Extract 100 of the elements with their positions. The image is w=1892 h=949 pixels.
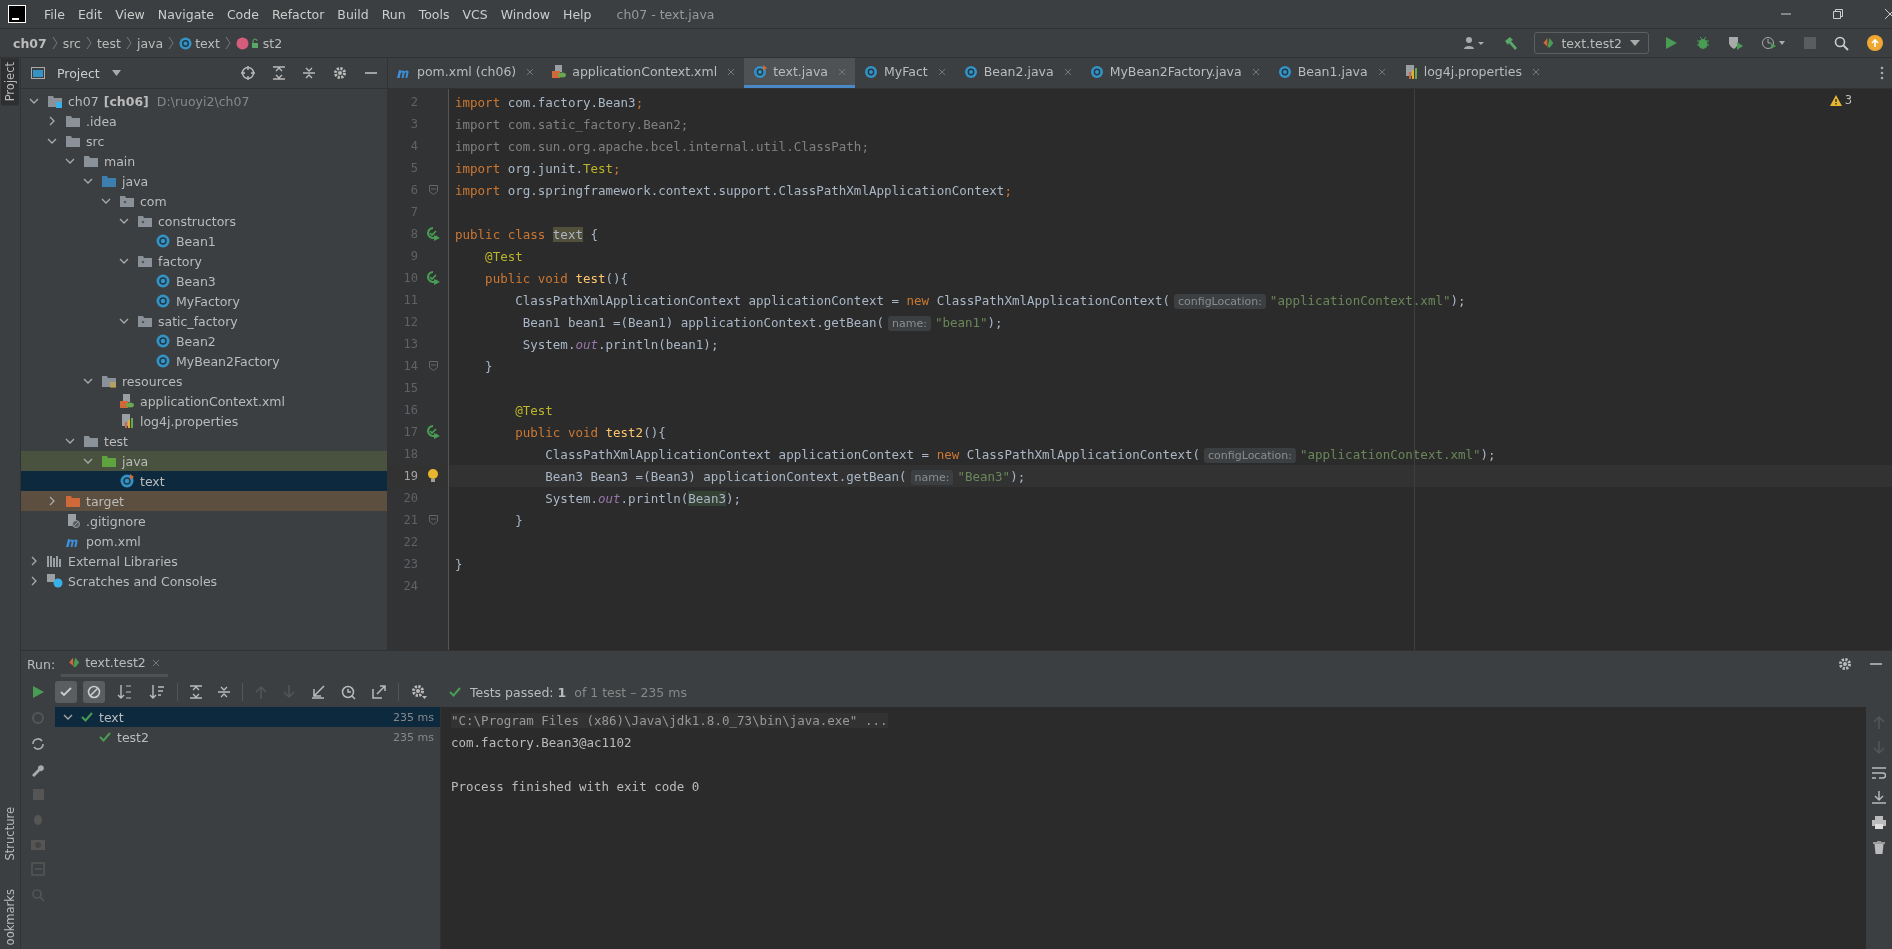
tree-item[interactable]: log4j.properties [21,411,387,431]
editor-tab[interactable]: Bean2.java [954,58,1081,88]
editor-tab[interactable]: pom.xml (ch06) [388,58,544,88]
run-tab[interactable]: text.test2 [61,651,168,677]
export-icon[interactable] [372,685,386,699]
menu-item[interactable]: Code [226,6,259,22]
rerun-icon[interactable] [31,685,45,699]
run-test-icon[interactable] [426,227,440,241]
chevron-down-icon[interactable] [65,156,75,166]
breadcrumb-item[interactable]: text [195,35,220,51]
panel-title[interactable]: Project [57,65,100,81]
tree-item[interactable]: com [21,191,387,211]
tree-item[interactable]: java [21,451,387,471]
run-test-icon[interactable] [426,425,440,439]
editor-tab[interactable]: MyBean2Factory.java [1080,58,1269,88]
tree-item[interactable]: ch07 [ch06] D:\ruoyi2\ch07 [21,91,387,111]
tree-item[interactable]: External Libraries [21,551,387,571]
tree-item[interactable]: main [21,151,387,171]
print-icon[interactable] [1872,816,1886,829]
expand-all-icon[interactable] [190,685,202,699]
tree-item[interactable]: src [21,131,387,151]
tree-item[interactable]: test [21,431,387,451]
breadcrumb-item[interactable]: test [96,35,121,51]
menu-item[interactable]: Run [381,6,406,22]
run-test-icon[interactable] [426,271,440,285]
tree-item[interactable]: java [21,171,387,191]
toggle-auto-test-icon[interactable] [31,737,45,751]
editor-tab[interactable]: applicationContext.xml [543,58,745,88]
tool-window-tab[interactable]: ookmarks [1,884,19,949]
collapse-all-icon[interactable] [218,685,230,699]
tree-item[interactable]: pom.xml [21,531,387,551]
tool-window-tab[interactable]: Structure [1,803,19,865]
wrench-icon[interactable] [31,763,45,777]
settings-icon[interactable] [411,684,427,700]
chevron-down-icon[interactable] [119,216,129,226]
tree-item[interactable]: satic_factory [21,311,387,331]
chevron-down-icon[interactable] [119,256,129,266]
chevron-down-icon[interactable] [29,96,39,106]
show-ignored-icon[interactable] [83,681,105,703]
scroll-to-end-icon[interactable] [1872,791,1886,804]
chevron-down-icon[interactable] [101,196,111,206]
menu-item[interactable]: Help [563,6,592,22]
test-tree-item[interactable]: test2 235 ms [55,727,440,747]
breadcrumb-item[interactable]: st2 [262,35,283,51]
tree-item[interactable]: MyBean2Factory [21,351,387,371]
menu-item[interactable]: VCS [462,6,488,22]
profiler-icon[interactable] [1762,36,1786,50]
settings-icon[interactable] [1838,657,1852,671]
tree-item[interactable]: Bean2 [21,331,387,351]
close-icon[interactable] [1884,8,1892,20]
chevron-right-icon[interactable] [29,576,39,586]
editor-tab[interactable]: text.java [744,58,855,88]
breadcrumb-item[interactable]: ch07 [13,35,47,51]
import-icon[interactable] [311,685,325,699]
tree-item[interactable]: .gitignore [21,511,387,531]
chevron-right-icon[interactable] [47,116,57,126]
trash-icon[interactable] [1873,841,1885,854]
chevron-down-icon[interactable] [83,176,93,186]
tree-item[interactable]: applicationContext.xml [21,391,387,411]
menu-item[interactable]: Build [337,6,369,22]
menu-item[interactable]: File [44,6,65,22]
menu-item[interactable]: Refactor [271,6,325,22]
breadcrumb-item[interactable]: java [137,35,164,51]
tree-item[interactable]: factory [21,251,387,271]
soft-wrap-icon[interactable] [1872,767,1886,779]
restore-icon[interactable] [1832,8,1844,20]
user-icon[interactable] [1463,36,1486,50]
tree-item[interactable]: resources [21,371,387,391]
menu-item[interactable]: Tools [418,6,450,22]
tree-item[interactable]: Scratches and Consoles [21,571,387,591]
update-icon[interactable] [1867,35,1883,51]
lightbulb-icon[interactable] [427,469,439,483]
sort-alphabetical-icon[interactable] [117,684,133,700]
tree-item[interactable]: constructors [21,211,387,231]
chevron-down-icon[interactable] [47,136,57,146]
hammer-icon[interactable] [1503,35,1520,51]
breadcrumb-item[interactable]: src [62,35,81,51]
chevron-down-icon[interactable] [83,376,93,386]
chevron-right-icon[interactable] [29,556,39,566]
tree-item[interactable]: Bean1 [21,231,387,251]
tree-item[interactable]: Bean3 [21,271,387,291]
chevron-down-icon[interactable] [83,456,93,466]
warning-count[interactable]: 3 [1829,93,1852,107]
settings-icon[interactable] [333,66,347,80]
tree-item[interactable]: text [21,471,387,491]
collapse-all-icon[interactable] [303,66,315,80]
run-icon[interactable] [1664,36,1678,50]
tool-window-tab[interactable]: Project [1,58,19,106]
chevron-down-icon[interactable] [119,316,129,326]
chevron-down-icon[interactable] [63,712,73,722]
tree-item[interactable]: MyFactory [21,291,387,311]
editor-tab[interactable]: Bean1.java [1268,58,1395,88]
editor-tab[interactable]: MyFact [855,58,955,88]
history-icon[interactable] [341,684,356,700]
chevron-right-icon[interactable] [47,496,57,506]
chevron-down-icon[interactable] [65,436,75,446]
tree-item[interactable]: .idea [21,111,387,131]
sort-duration-icon[interactable] [149,684,165,700]
bug-icon[interactable] [1696,36,1710,50]
editor-tab[interactable]: log4j.properties [1394,58,1549,88]
